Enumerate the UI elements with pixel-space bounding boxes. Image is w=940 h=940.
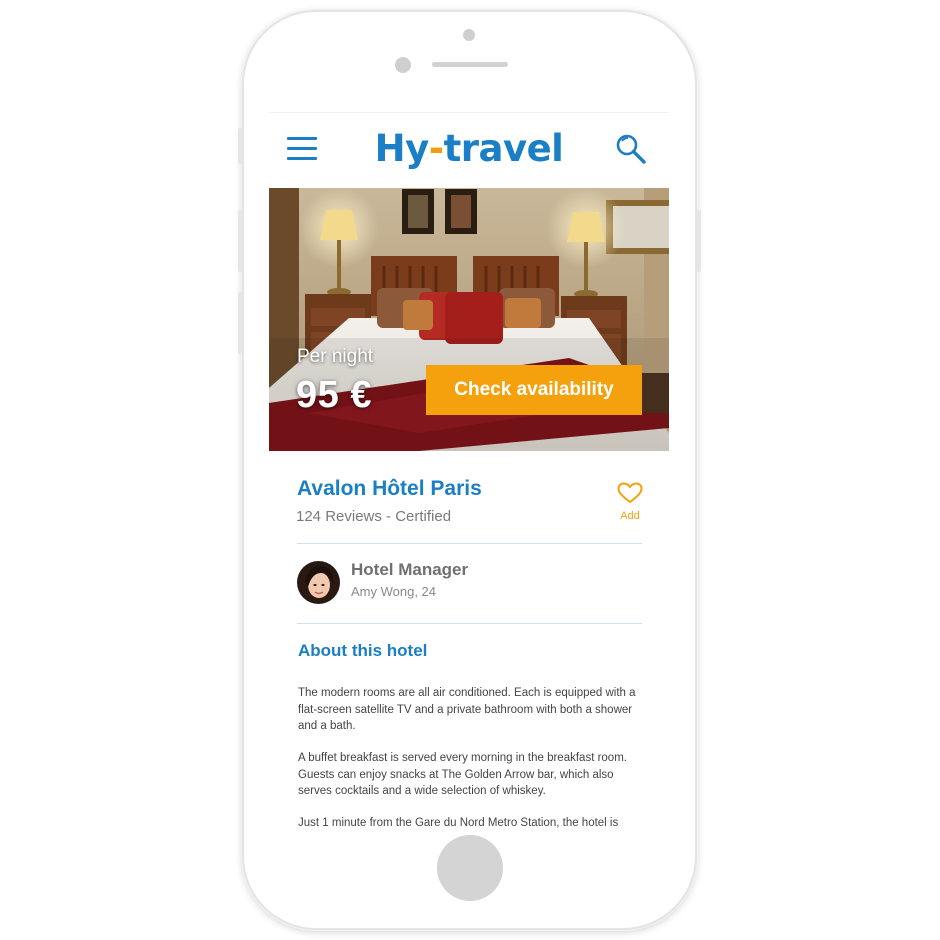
logo-dash: - <box>428 127 444 170</box>
manager-name: Amy Wong, 24 <box>351 584 437 599</box>
volume-down-button <box>238 292 242 354</box>
earpiece-speaker <box>432 62 508 67</box>
logo-hy: Hy <box>374 127 430 170</box>
check-availability-button[interactable]: Check availability <box>426 365 642 415</box>
per-night-label: Per night <box>297 346 374 367</box>
search-icon[interactable] <box>612 131 650 169</box>
about-paragraph: Just 1 minute from the Gare du Nord Metr… <box>298 817 619 829</box>
divider <box>297 543 642 544</box>
about-heading: About this hotel <box>298 641 428 660</box>
front-camera <box>463 29 475 41</box>
power-button <box>697 210 701 272</box>
add-favorite-button[interactable]: Add <box>615 482 645 522</box>
price-value: 95 € <box>296 374 372 416</box>
about-paragraph: A buffet breakfast is served every morni… <box>298 752 627 797</box>
app-screen: Hy-travel Per night 95 € Check availabil… <box>269 112 669 831</box>
proximity-sensor <box>395 57 411 73</box>
hotel-room-photo: Per night 95 € Check availability <box>269 188 669 451</box>
add-favorite-label: Add <box>620 510 640 522</box>
about-paragraph: The modern rooms are all air conditioned… <box>298 687 636 732</box>
divider <box>297 623 642 624</box>
manager-title: Hotel Manager <box>351 560 469 579</box>
home-button[interactable] <box>437 835 503 901</box>
heart-icon <box>617 482 643 504</box>
logo-travel: travel <box>443 127 564 170</box>
avatar[interactable] <box>297 561 340 604</box>
volume-up-button <box>238 210 242 272</box>
review-summary[interactable]: 124 Reviews - Certified <box>296 508 451 525</box>
mute-switch <box>238 128 242 164</box>
hotel-name: Avalon Hôtel Paris <box>297 477 482 500</box>
app-logo: Hy-travel <box>269 126 669 172</box>
